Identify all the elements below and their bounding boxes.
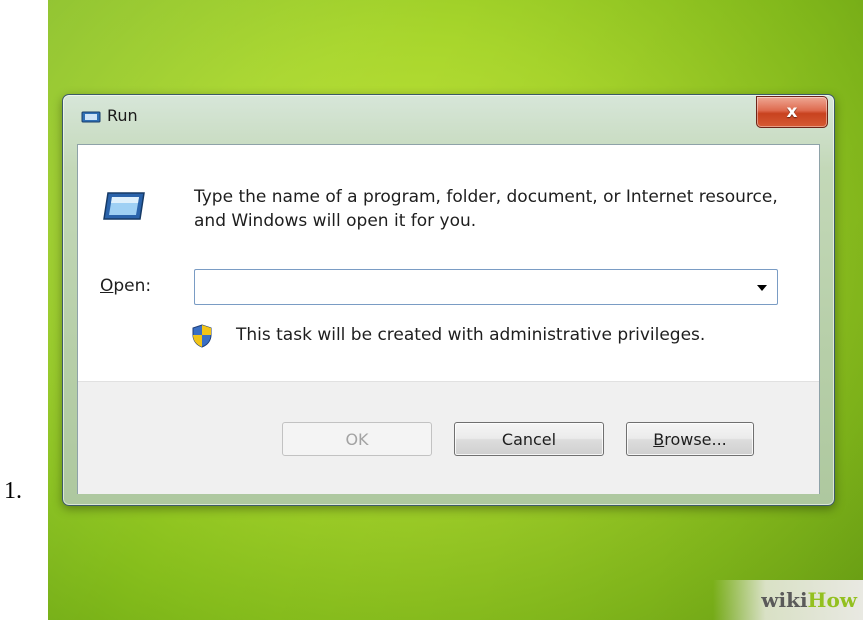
run-large-icon: [103, 192, 145, 220]
open-label-mnemonic: O: [100, 276, 114, 296]
cancel-button[interactable]: Cancel: [454, 422, 604, 456]
dialog-content: Type the name of a program, folder, docu…: [78, 145, 819, 381]
watermark-part1: wiki: [761, 588, 808, 612]
wikihow-watermark: wiki How: [713, 580, 863, 620]
instruction-text: Type the name of a program, folder, docu…: [194, 187, 778, 231]
watermark-part2: How: [807, 588, 857, 612]
title-bar[interactable]: Run x: [63, 95, 834, 143]
open-label-rest: pen:: [113, 276, 152, 296]
close-button[interactable]: x: [756, 96, 828, 128]
admin-privileges-note: This task will be created with administr…: [236, 325, 706, 345]
window-title: Run: [107, 106, 138, 125]
screenshot-area: Run x Type the name of a program, folder…: [48, 0, 863, 620]
browse-button[interactable]: Browse...: [626, 422, 754, 456]
run-dialog-window: Run x Type the name of a program, folder…: [62, 94, 835, 506]
open-combobox[interactable]: [194, 269, 778, 305]
browse-mnemonic: B: [653, 429, 665, 449]
ok-button[interactable]: OK: [282, 422, 432, 456]
dialog-body: Type the name of a program, folder, docu…: [77, 144, 820, 494]
browse-label-rest: rowse...: [664, 429, 727, 449]
list-number: 1.: [4, 478, 22, 504]
button-area: OK Cancel Browse...: [78, 381, 819, 494]
chevron-down-icon[interactable]: [757, 285, 767, 291]
run-icon: [81, 111, 101, 123]
open-input[interactable]: [199, 274, 743, 302]
close-icon: x: [786, 102, 798, 122]
open-label: Open:: [100, 276, 151, 296]
uac-shield-icon: [192, 324, 212, 348]
